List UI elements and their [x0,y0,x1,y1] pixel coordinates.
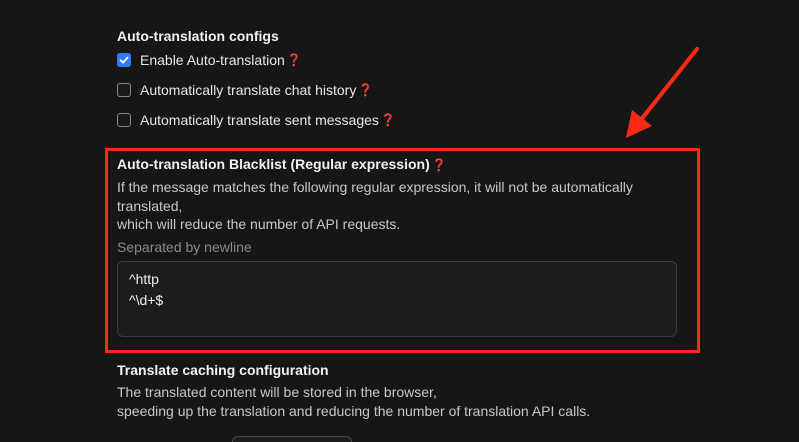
cache-description: The translated content will be stored in… [117,383,590,420]
help-icon[interactable]: ❓ [432,158,447,172]
cache-config-title: Translate caching configuration [117,362,329,378]
translate-sent-messages-option[interactable]: Automatically translate sent messages ❓ [117,111,396,129]
checkmark-icon [119,56,129,64]
blacklist-hint: Separated by newline [117,239,252,255]
help-icon[interactable]: ❓ [381,113,396,127]
translate-sent-messages-checkbox[interactable] [117,113,131,127]
cache-setting-control[interactable] [232,436,352,442]
blacklist-entry: ^http [129,271,159,287]
blacklist-textarea[interactable]: ^http ^\d+$ [117,261,677,337]
cache-description-line: The translated content will be stored in… [117,384,437,400]
translate-sent-messages-label: Automatically translate sent messages [140,112,379,128]
cache-description-line: speeding up the translation and reducing… [117,402,591,419]
blacklist-title: Auto-translation Blacklist (Regular expr… [117,156,430,172]
blacklist-description: If the message matches the following reg… [117,178,633,234]
enable-auto-translation-option[interactable]: Enable Auto-translation ❓ [117,51,302,69]
help-icon[interactable]: ❓ [287,53,302,67]
help-icon[interactable]: ❓ [358,83,373,97]
blacklist-title-row: Auto-translation Blacklist (Regular expr… [117,156,447,172]
blacklist-entry: ^\d+$ [129,292,164,308]
blacklist-description-line: If the message matches the following reg… [117,179,633,195]
auto-translation-configs-title: Auto-translation configs [117,28,279,44]
blacklist-description-line: translated, [117,197,183,214]
enable-auto-translation-checkbox[interactable] [117,53,131,67]
enable-auto-translation-label: Enable Auto-translation [140,52,285,68]
blacklist-description-line: which will reduce the number of API requ… [117,216,401,232]
translate-chat-history-option[interactable]: Automatically translate chat history ❓ [117,81,373,99]
translate-chat-history-label: Automatically translate chat history [140,82,357,98]
translate-chat-history-checkbox[interactable] [117,83,131,97]
settings-page: Auto-translation configs Enable Auto-tra… [0,0,799,442]
